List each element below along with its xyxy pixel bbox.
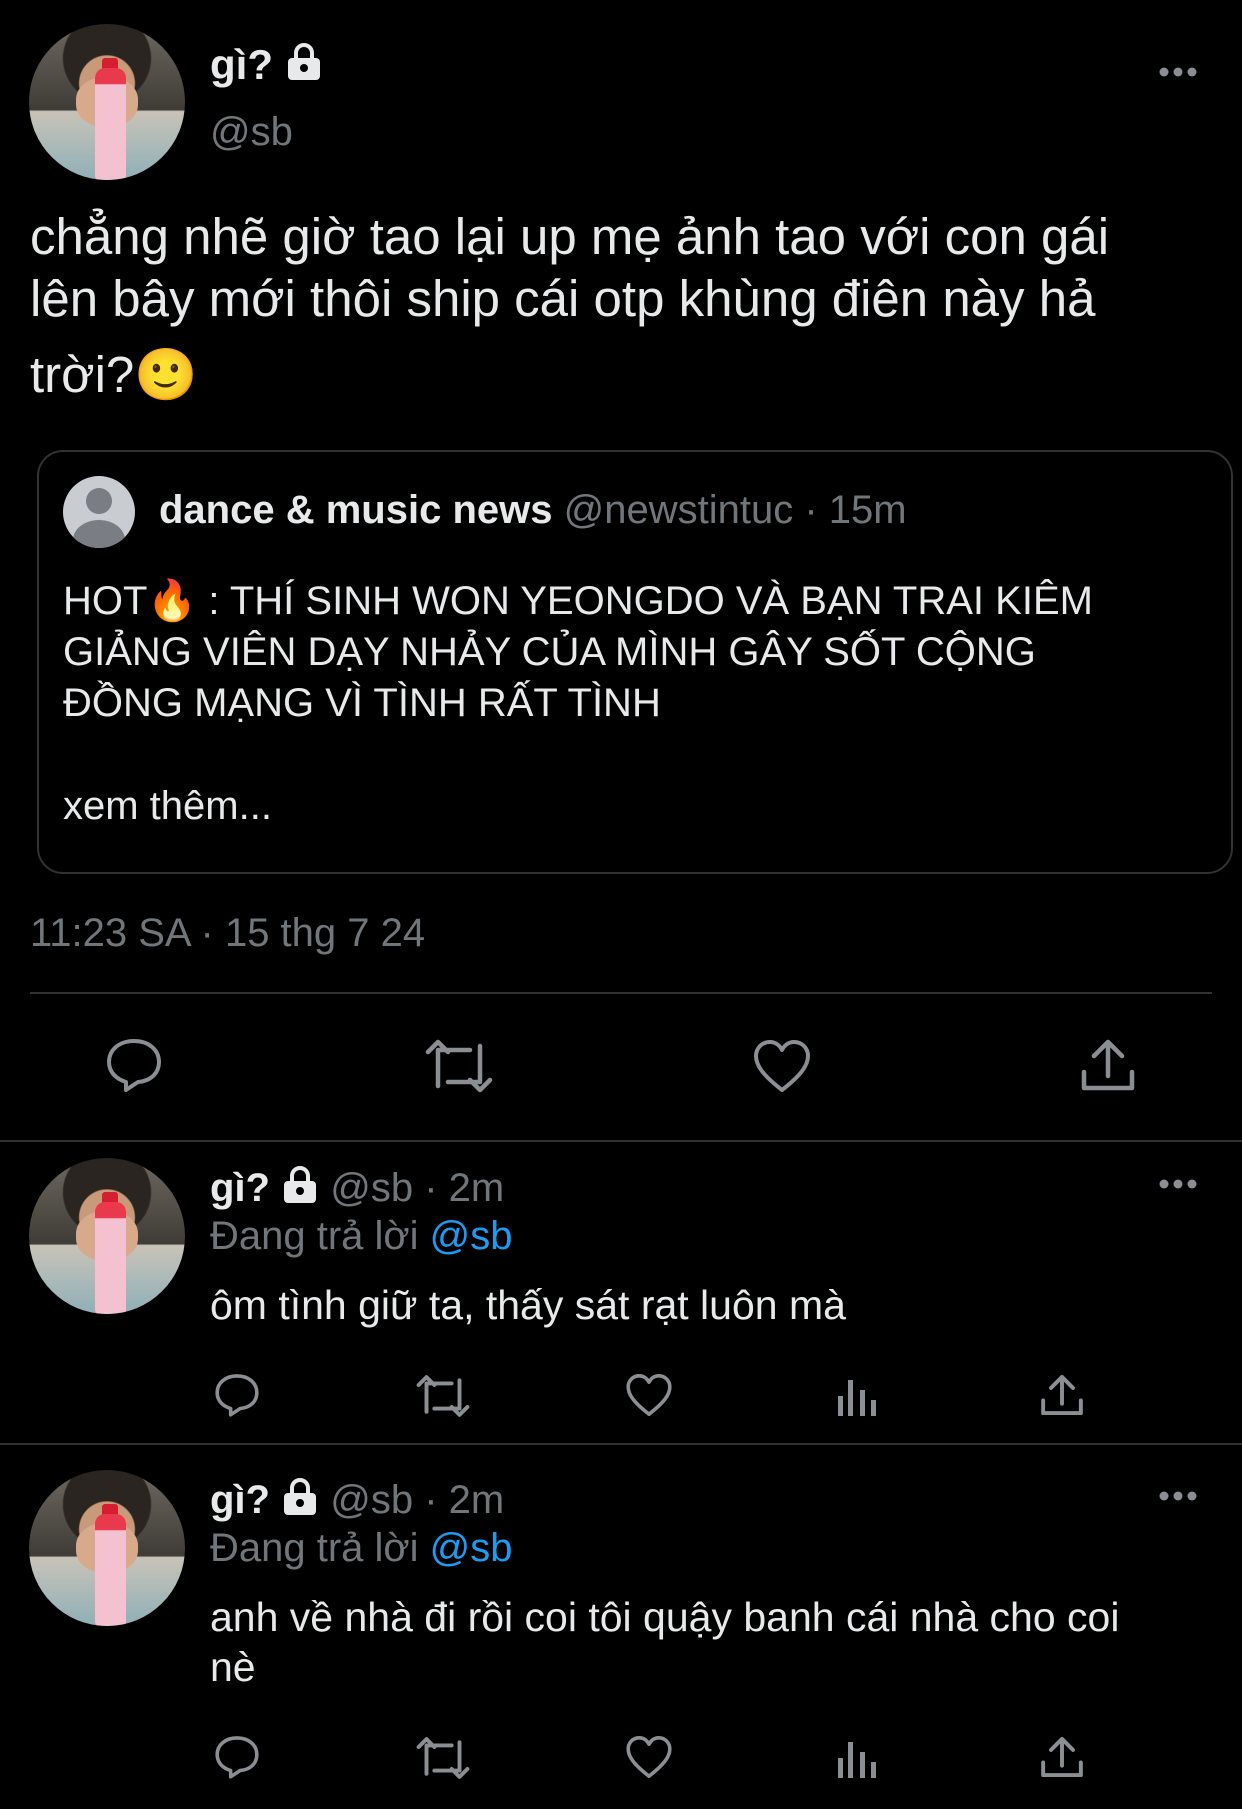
- main-text-line: chẳng nhẽ giờ tao lại up mẹ ảnh tao với …: [30, 208, 1110, 265]
- main-handle[interactable]: @sb: [210, 108, 293, 156]
- replying-to-link[interactable]: @sb: [430, 1526, 513, 1570]
- reply-avatar[interactable]: [29, 1470, 185, 1626]
- quoted-handle: @newstintuc: [563, 488, 794, 532]
- quoted-tweet-card[interactable]: dance & music news @newstintuc · 15m HOT…: [37, 450, 1233, 874]
- replying-to: Đang trả lời @sb: [210, 1524, 513, 1572]
- replying-prefix: Đang trả lời: [210, 1214, 419, 1258]
- reply-time[interactable]: · 2m: [424, 1478, 504, 1522]
- lock-icon: [281, 1165, 319, 1216]
- reply-author[interactable]: gì? @sb · 2m: [210, 1164, 504, 1216]
- replying-to-link[interactable]: @sb: [430, 1214, 513, 1258]
- views-icon[interactable]: [836, 1374, 878, 1418]
- retweet-icon[interactable]: [415, 1736, 471, 1780]
- main-display-name[interactable]: gì?: [210, 41, 273, 88]
- main-avatar[interactable]: [29, 24, 185, 180]
- reply-handle[interactable]: @sb: [330, 1166, 413, 1210]
- more-icon[interactable]: [1158, 66, 1198, 78]
- reply-handle[interactable]: @sb: [330, 1478, 413, 1522]
- views-icon[interactable]: [836, 1736, 878, 1780]
- share-icon[interactable]: [1040, 1734, 1084, 1780]
- more-icon[interactable]: [1158, 1178, 1198, 1190]
- like-icon[interactable]: [752, 1038, 812, 1094]
- share-icon[interactable]: [1040, 1372, 1084, 1418]
- divider: [30, 992, 1212, 994]
- reply-author[interactable]: gì? @sb · 2m: [210, 1476, 504, 1528]
- lock-icon: [281, 1477, 319, 1528]
- reply-text-line: ôm tình giữ ta, thấy sát rạt luôn mà: [210, 1282, 846, 1328]
- quoted-text-line: ĐỒNG MẠNG VÌ TÌNH RẤT TÌNH: [63, 681, 661, 725]
- reply-display-name[interactable]: gì?: [210, 1166, 270, 1210]
- reply-display-name[interactable]: gì?: [210, 1478, 270, 1522]
- main-text-line: trời?🙂: [30, 346, 198, 403]
- like-icon[interactable]: [625, 1734, 673, 1780]
- reply-icon[interactable]: [105, 1036, 163, 1094]
- quoted-text-line: HOT🔥 : THÍ SINH WON YEONGDO VÀ BẠN TRAI …: [63, 579, 1093, 623]
- quoted-display-name: dance & music news: [159, 488, 553, 532]
- reply-text-line: nè: [210, 1644, 256, 1690]
- quoted-text-line: GIẢNG VIÊN DẠY NHẢY CỦA MÌNH GÂY SỐT CỘN…: [63, 630, 1036, 674]
- reply-text: ôm tình giữ ta, thấy sát rạt luôn mà: [210, 1280, 846, 1330]
- reply-time[interactable]: · 2m: [424, 1166, 504, 1210]
- reply-icon[interactable]: [214, 1372, 260, 1418]
- main-tweet-text: chẳng nhẽ giờ tao lại up mẹ ảnh tao với …: [30, 206, 1109, 406]
- replying-prefix: Đang trả lời: [210, 1526, 419, 1570]
- divider: [0, 1140, 1242, 1142]
- retweet-icon[interactable]: [424, 1038, 494, 1094]
- more-icon[interactable]: [1158, 1490, 1198, 1502]
- replying-to: Đang trả lời @sb: [210, 1212, 513, 1260]
- main-text-line: lên bây mới thôi ship cái otp khùng điên…: [30, 270, 1096, 327]
- retweet-icon[interactable]: [415, 1374, 471, 1418]
- main-author[interactable]: gì?: [210, 40, 323, 93]
- see-more-link[interactable]: xem thêm...: [63, 782, 272, 830]
- quoted-avatar: [63, 476, 135, 548]
- reply-avatar[interactable]: [29, 1158, 185, 1314]
- reply-text-line: anh về nhà đi rồi coi tôi quậy banh cái …: [210, 1594, 1120, 1640]
- quoted-text: HOT🔥 : THÍ SINH WON YEONGDO VÀ BẠN TRAI …: [63, 576, 1093, 729]
- main-timestamp[interactable]: 11:23 SA · 15 thg 7 24: [30, 909, 425, 957]
- lock-icon: [285, 42, 323, 93]
- like-icon[interactable]: [625, 1372, 673, 1418]
- reply-icon[interactable]: [214, 1734, 260, 1780]
- share-icon[interactable]: [1080, 1036, 1136, 1094]
- divider: [0, 1443, 1242, 1445]
- quoted-time: · 15m: [804, 488, 907, 532]
- reply-text: anh về nhà đi rồi coi tôi quậy banh cái …: [210, 1592, 1119, 1692]
